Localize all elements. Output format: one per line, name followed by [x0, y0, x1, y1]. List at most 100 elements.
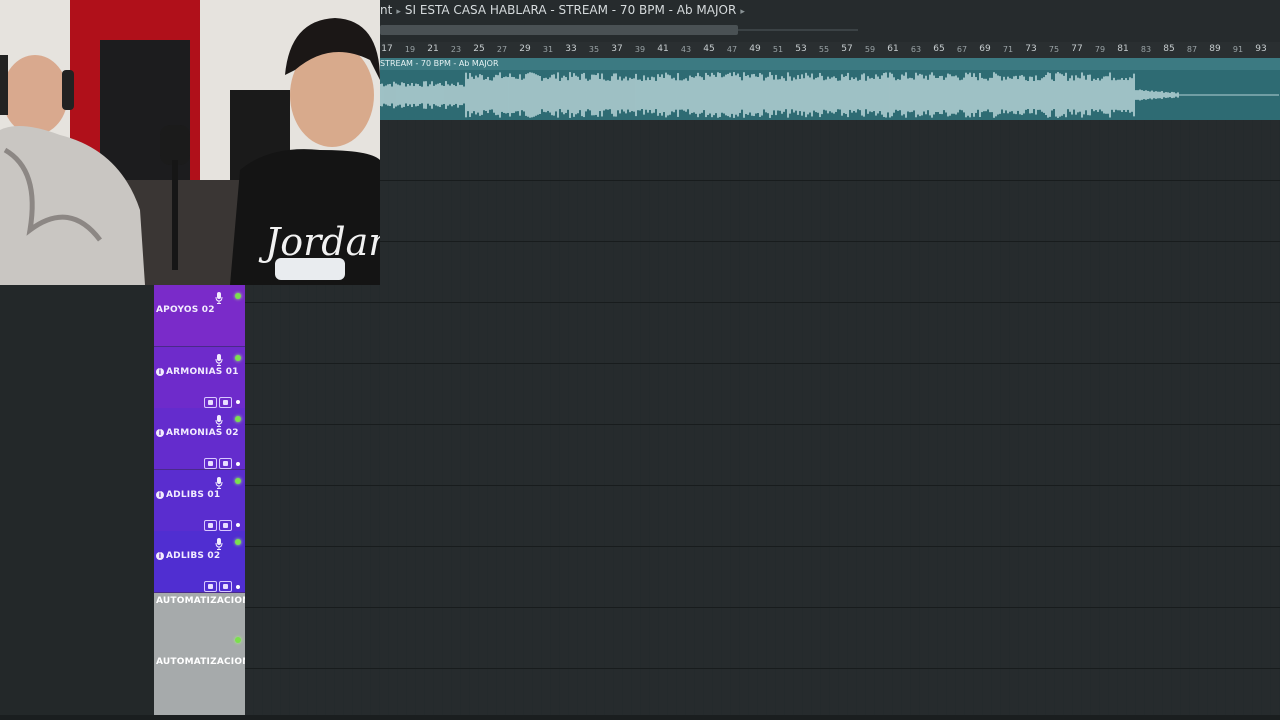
microphone-icon[interactable]	[215, 351, 223, 366]
track-enable-led[interactable]	[235, 477, 241, 484]
track-name: i ADLIBS 01	[156, 490, 220, 500]
info-icon[interactable]: i	[156, 490, 164, 499]
track-monitor-button[interactable]	[219, 458, 232, 469]
ruler-tick-label-minor: 55	[818, 45, 830, 54]
ruler-tick-label-minor: 67	[956, 45, 968, 54]
ruler-tick-label: 41	[657, 44, 669, 54]
ruler-tick-label: 53	[795, 44, 807, 54]
waveform	[380, 72, 1279, 118]
microphone-icon[interactable]	[215, 535, 223, 550]
ruler-tick-label: 45	[703, 44, 715, 54]
ruler-tick-label-minor: 87	[1186, 45, 1198, 54]
track-header[interactable]: i ARMONIAS 02	[154, 408, 245, 470]
microphone-icon[interactable]	[215, 474, 223, 489]
playlist-grid[interactable]	[245, 120, 1280, 720]
webcam-overlay: Jordan	[0, 0, 380, 285]
ruler-tick-label: 93	[1255, 44, 1267, 54]
ruler-tick-label: 65	[933, 44, 945, 54]
ruler-tick-label: 77	[1071, 44, 1083, 54]
ruler-tick-label-minor: 31	[542, 45, 554, 54]
track-input-button[interactable]	[204, 519, 217, 531]
track-input-button[interactable]	[204, 458, 217, 469]
bottom-status-bar	[0, 715, 1280, 720]
ruler-tick-label-minor: 23	[450, 45, 462, 54]
ruler-tick-label-minor: 75	[1048, 45, 1060, 54]
track-name: AUTOMATIZACION 02	[156, 657, 245, 667]
title-prefix: nt	[380, 3, 393, 17]
track-record-dot[interactable]	[236, 523, 240, 527]
track-name-label: ADLIBS 02	[166, 551, 221, 561]
title-bar: nt ▸ SI ESTA CASA HABLARA - STREAM - 70 BP…	[380, 0, 1280, 21]
breadcrumb-arrow-icon: ▸	[740, 7, 745, 17]
scrollbar-thumb[interactable]	[380, 25, 738, 35]
track-enable-led[interactable]	[235, 354, 241, 361]
ruler-tick-label-minor: 79	[1094, 45, 1106, 54]
ruler-tick-label-minor: 83	[1140, 45, 1152, 54]
track-monitor-button[interactable]	[219, 581, 232, 592]
track-record-dot[interactable]	[236, 584, 240, 589]
track-record-dot[interactable]	[236, 400, 240, 404]
horizontal-scrollbar[interactable]	[380, 21, 1280, 42]
track-name: i ARMONIAS 02	[156, 428, 239, 438]
track-enable-led[interactable]	[235, 636, 241, 643]
project-title: SI ESTA CASA HABLARA - STREAM - 70 BPM -…	[404, 3, 737, 17]
microphone-icon[interactable]	[215, 289, 223, 304]
ruler-tick-label: 25	[473, 44, 485, 54]
track-headers: APOYOS 02 i ARMONIAS 01 i ARMONIAS 02 i ADLIBS…	[154, 285, 245, 716]
track-name: i ARMONIAS 01	[156, 367, 239, 377]
webcam-feed: Jordan	[0, 0, 380, 285]
track-name-label: ARMONIAS 01	[166, 366, 239, 377]
track-buttons	[202, 392, 240, 408]
ruler-tick-label: 17	[381, 44, 393, 54]
track-name-label: ARMONIAS 02	[166, 428, 239, 438]
track-record-dot[interactable]	[236, 461, 240, 466]
ruler-tick-label: 37	[611, 44, 623, 54]
scrollbar-track[interactable]	[738, 29, 858, 31]
info-icon[interactable]: i	[156, 429, 164, 437]
ruler-tick-label-minor: 63	[910, 45, 922, 54]
ruler-tick-label: 29	[519, 44, 531, 54]
microphone-icon[interactable]	[215, 412, 223, 427]
track-enable-led[interactable]	[235, 293, 241, 299]
track-input-button[interactable]	[204, 581, 217, 592]
track-name-label: AUTOMATIZACION 02	[156, 657, 245, 667]
ruler-tick-label-minor: 47	[726, 45, 738, 54]
ruler-tick-label-minor: 39	[634, 45, 646, 54]
ruler-tick-label-minor: 59	[864, 45, 876, 54]
track-name: i ADLIBS 02	[156, 551, 220, 561]
ruler-tick-label-minor: 91	[1232, 45, 1244, 54]
ruler-tick-label: 21	[427, 44, 439, 54]
timeline-ruler[interactable]: 17 21 25 29 33 37 41 45 49 53 57 61 65 69 73 77 81 85 89 93…	[380, 42, 1280, 59]
ruler-tick-label: 69	[979, 44, 991, 54]
track-header[interactable]: i ADLIBS 01	[154, 469, 245, 532]
track-name: AUTOMATIZACION 01	[156, 596, 245, 606]
shirt-text: Jordan	[258, 220, 380, 264]
ruler-tick-label: 57	[841, 44, 853, 54]
track-enable-led[interactable]	[235, 539, 241, 545]
track-buttons	[202, 576, 240, 592]
ruler-tick-label: 33	[565, 44, 577, 54]
track-header[interactable]: i ARMONIAS 01	[154, 346, 245, 409]
ruler-tick-label: 89	[1209, 44, 1221, 54]
track-monitor-button[interactable]	[219, 396, 232, 408]
track-name: APOYOS 02	[156, 305, 215, 315]
track-header[interactable]: AUTOMATIZACION 01	[154, 592, 245, 655]
ruler-tick-label-minor: 43	[680, 45, 692, 54]
track-enable-led[interactable]	[235, 416, 241, 422]
ruler-tick-label: 81	[1117, 44, 1129, 54]
ruler-tick-label: 85	[1163, 44, 1175, 54]
info-icon[interactable]: i	[156, 367, 164, 376]
track-header[interactable]: AUTOMATIZACION 02	[154, 654, 245, 716]
audio-clip[interactable]: STREAM - 70 BPM - Ab MAJOR	[380, 58, 1280, 120]
ruler-tick-label-minor: 51	[772, 45, 784, 54]
browser-panel	[0, 285, 155, 720]
info-icon[interactable]: i	[156, 552, 164, 560]
ruler-tick-label-minor: 19	[404, 45, 416, 54]
track-input-button[interactable]	[204, 396, 217, 408]
ruler-tick-label: 61	[887, 44, 899, 54]
track-monitor-button[interactable]	[219, 519, 232, 531]
track-header[interactable]: APOYOS 02	[154, 285, 245, 347]
track-header[interactable]: i ADLIBS 02	[154, 531, 245, 593]
track-name-label: AUTOMATIZACION 01	[156, 595, 245, 606]
track-buttons	[202, 515, 240, 531]
